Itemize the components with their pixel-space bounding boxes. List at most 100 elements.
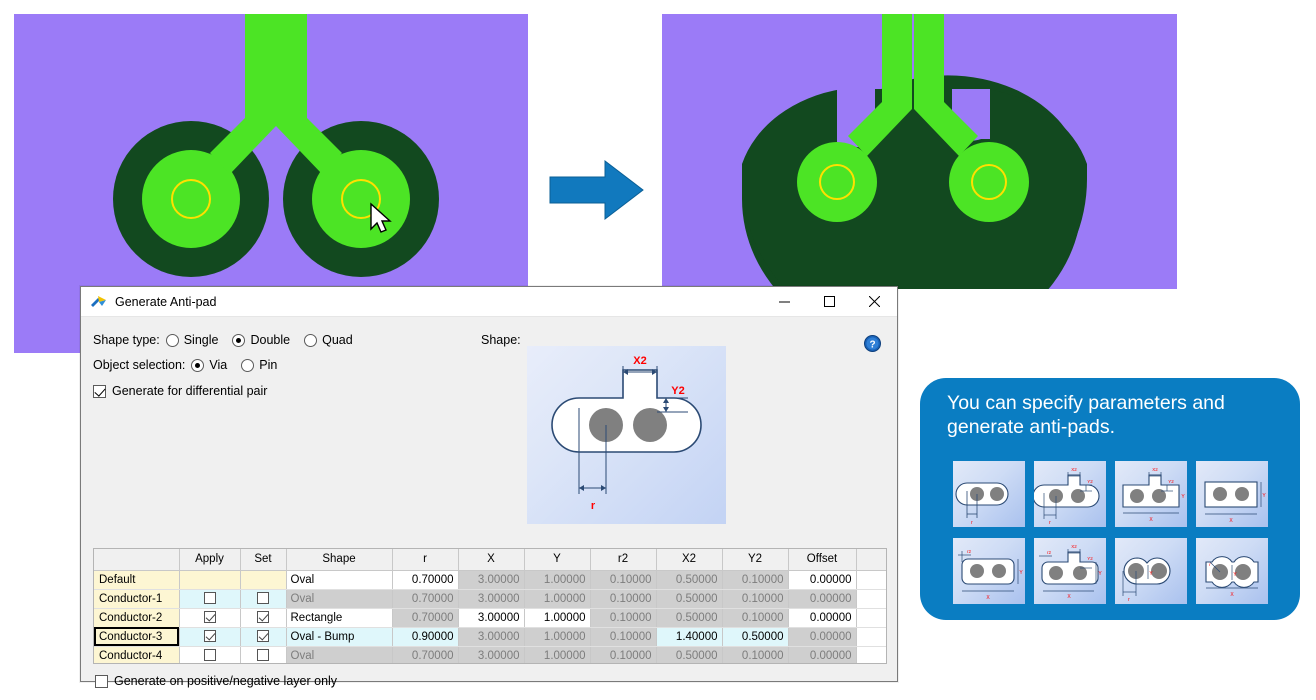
shape-thumbnail-rectangle-bump[interactable]: X2 Y2 Y X — [1115, 461, 1187, 527]
cell-set[interactable] — [240, 646, 286, 664]
shape-thumbnail-graphic: r Y X — [1196, 538, 1268, 604]
radio-object-via[interactable]: Via — [191, 358, 227, 372]
minimize-icon — [779, 296, 790, 307]
shape-thumbnail-graphic: r2 Y X — [953, 538, 1025, 604]
cell-apply-checkbox[interactable] — [204, 611, 216, 623]
cell-apply-checkbox[interactable] — [204, 630, 216, 642]
row-name[interactable]: Conductor-3 — [94, 627, 179, 646]
shape-thumbnail-rectangle[interactable]: Y X — [1196, 461, 1268, 527]
svg-text:X: X — [1229, 518, 1233, 524]
checkbox-icon — [93, 385, 106, 398]
radio-label: Via — [209, 358, 227, 372]
svg-text:r: r — [1049, 520, 1051, 526]
cell-apply[interactable] — [179, 646, 240, 664]
cell-set[interactable] — [240, 589, 286, 608]
cell-apply-checkbox[interactable] — [204, 649, 216, 661]
cell-shape[interactable]: Oval - Bump — [286, 627, 392, 646]
cell-shape[interactable]: Rectangle — [286, 608, 392, 627]
svg-text:X: X — [1067, 594, 1071, 600]
table-row[interactable]: DefaultOval0.700003.000001.000000.100000… — [94, 570, 886, 589]
cell-apply-checkbox[interactable] — [204, 592, 216, 604]
cell-apply[interactable] — [179, 627, 240, 646]
cell-apply[interactable] — [179, 608, 240, 627]
cell-y[interactable]: 1.00000 — [524, 608, 590, 627]
shape-thumbnail-oval[interactable]: r — [953, 461, 1025, 527]
radio-icon — [191, 359, 204, 372]
shape-thumbnail-rounded-rectangle[interactable]: r2 Y X — [953, 538, 1025, 604]
maximize-icon — [824, 296, 835, 307]
cell-y2[interactable]: 0.50000 — [722, 627, 788, 646]
dim-label-y2: Y2 — [671, 385, 684, 397]
table-header-y: Y — [524, 549, 590, 570]
conductor-table-element: ApplySetShaperXYr2X2Y2Offset DefaultOval… — [94, 549, 887, 664]
cell-x2: 0.50000 — [656, 646, 722, 664]
shape-thumbnail-graphic: Y X — [1196, 461, 1268, 527]
cell-x2: 0.50000 — [656, 589, 722, 608]
differential-pair-row: Generate for differential pair — [93, 384, 267, 398]
cell-x: 3.00000 — [458, 570, 524, 589]
cell-shape[interactable]: Oval — [286, 589, 392, 608]
checkbox-label: Generate on positive/negative layer only — [114, 674, 337, 688]
minimize-button[interactable] — [762, 287, 807, 317]
radio-shape-type-single[interactable]: Single — [166, 333, 219, 347]
checkbox-differential-pair[interactable]: Generate for differential pair — [93, 384, 267, 398]
table-row[interactable]: Conductor-4Oval0.700003.000001.000000.10… — [94, 646, 886, 664]
cell-set-checkbox[interactable] — [257, 630, 269, 642]
shape-preview-graphic: X2 Y2 r — [527, 346, 726, 524]
cell-set-checkbox[interactable] — [257, 592, 269, 604]
svg-text:r2: r2 — [1047, 550, 1051, 555]
shape-thumbnail-oval-bump[interactable]: X2 Y2 r — [1034, 461, 1106, 527]
cell-offset[interactable]: 0.00000 — [788, 570, 856, 589]
svg-text:X: X — [1149, 517, 1153, 523]
row-name[interactable]: Default — [94, 570, 179, 589]
cell-y2: 0.10000 — [722, 589, 788, 608]
shape-thumbnail-rounded-rectangle-bump[interactable]: X2 Y2 r2 Y X — [1034, 538, 1106, 604]
cell-r: 0.70000 — [392, 608, 458, 627]
cell-r[interactable]: 0.70000 — [392, 570, 458, 589]
row-name[interactable]: Conductor-4 — [94, 646, 179, 664]
window-controls — [762, 287, 897, 317]
checkbox-label: Generate for differential pair — [112, 384, 267, 398]
cell-shape[interactable]: Oval — [286, 646, 392, 664]
cell-set[interactable] — [240, 627, 286, 646]
row-name[interactable]: Conductor-1 — [94, 589, 179, 608]
shape-thumbnail-dual-circle-rectangle[interactable]: r Y X — [1196, 538, 1268, 604]
table-header-blank-11 — [856, 549, 886, 570]
cell-r2: 0.10000 — [590, 646, 656, 664]
radio-shape-type-double[interactable]: Double — [232, 333, 290, 347]
svg-text:X2: X2 — [1071, 544, 1077, 549]
cell-apply[interactable] — [179, 589, 240, 608]
svg-text:Y2: Y2 — [1087, 556, 1093, 561]
table-row[interactable]: Conductor-2 Rectangle0.700003.000001.0000… — [94, 608, 886, 627]
shape-thumbnail-dual-circle[interactable]: Y r — [1115, 538, 1187, 604]
row-name[interactable]: Conductor-2 — [94, 608, 179, 627]
conductor-table[interactable]: ApplySetShaperXYr2X2Y2Offset DefaultOval… — [93, 548, 887, 664]
radio-shape-type-quad[interactable]: Quad — [304, 333, 353, 347]
shape-thumbnail-graphic: r — [953, 461, 1025, 527]
shape-preview-panel: X2 Y2 r — [527, 346, 726, 524]
checkbox-icon — [95, 675, 108, 688]
radio-object-pin[interactable]: Pin — [241, 358, 277, 372]
cell-x[interactable]: 3.00000 — [458, 608, 524, 627]
close-button[interactable] — [852, 287, 897, 317]
table-row[interactable]: Conductor-3Oval - Bump0.900003.000001.00… — [94, 627, 886, 646]
radio-icon — [304, 334, 317, 347]
cell-shape[interactable]: Oval — [286, 570, 392, 589]
cell-r[interactable]: 0.90000 — [392, 627, 458, 646]
cell-r: 0.70000 — [392, 646, 458, 664]
object-selection-row: Object selection: Via Pin — [93, 358, 291, 372]
table-body: DefaultOval0.700003.000001.000000.100000… — [94, 570, 886, 664]
cell-set-checkbox[interactable] — [257, 649, 269, 661]
cell-set-checkbox[interactable] — [257, 611, 269, 623]
dim-label-x2: X2 — [633, 355, 646, 367]
cell-x: 3.00000 — [458, 627, 524, 646]
help-button[interactable]: ? — [864, 335, 881, 352]
checkbox-positive-negative-layer[interactable]: Generate on positive/negative layer only — [95, 674, 337, 688]
cell-x2[interactable]: 1.40000 — [656, 627, 722, 646]
maximize-button[interactable] — [807, 287, 852, 317]
cell-y2: 0.10000 — [722, 608, 788, 627]
cell-set[interactable] — [240, 608, 286, 627]
table-row[interactable]: Conductor-1Oval0.700003.000001.000000.10… — [94, 589, 886, 608]
cell-offset[interactable]: 0.00000 — [788, 608, 856, 627]
shape-thumbnail-graphic: X2 Y2 r2 Y X — [1034, 538, 1106, 604]
